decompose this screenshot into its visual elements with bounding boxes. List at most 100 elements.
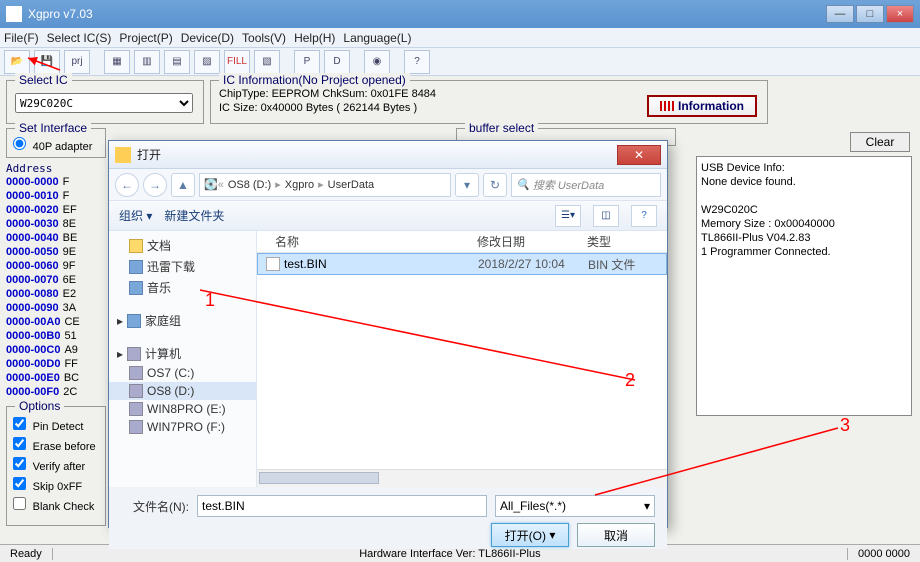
save-icon[interactable]: 💾	[34, 50, 60, 74]
horizontal-scrollbar[interactable]	[257, 469, 667, 487]
prj-icon[interactable]: prj	[64, 50, 90, 74]
chip-icon	[660, 101, 674, 111]
cancel-button[interactable]: 取消	[577, 523, 655, 547]
close-button[interactable]: ×	[886, 5, 914, 23]
tree-computer[interactable]: ▸ 计算机	[109, 341, 256, 364]
nav-tree: 文档 迅雷下载 音乐 ▸ 家庭组 ▸ 计算机 OS7 (C:) OS8 (D:)…	[109, 231, 257, 487]
dialog-toolbar: 组织 ▾ 新建文件夹 ☰▾ ◫ ?	[109, 201, 667, 231]
chip-write-icon[interactable]: ▥	[134, 50, 160, 74]
chip-verify-icon[interactable]: ▤	[164, 50, 190, 74]
select-ic-group: Select IC W29C020C	[6, 80, 204, 124]
skip-ff-check[interactable]: Skip 0xFF	[13, 477, 82, 493]
dialog-nav: ← → ▲ 💽 « OS8 (D:)▸ Xgpro▸ UserData ▾ ↻ …	[109, 169, 667, 201]
open-dialog: 打开 ✕ ← → ▲ 💽 « OS8 (D:)▸ Xgpro▸ UserData…	[108, 140, 668, 528]
options-title: Options	[15, 399, 64, 413]
dialog-titlebar: 打开 ✕	[109, 141, 667, 169]
erase-before-check[interactable]: Erase before	[13, 437, 96, 453]
tree-drive-c[interactable]: OS7 (C:)	[109, 364, 256, 382]
dialog-title: 打开	[137, 146, 617, 163]
window-titlebar: Xgpro v7.03 — □ ×	[0, 0, 920, 28]
app-icon	[6, 6, 22, 22]
refresh-button[interactable]: ↻	[483, 173, 507, 197]
ic-info-group: IC Information(No Project opened) ChipTy…	[210, 80, 768, 124]
buffer-select-title: buffer select	[465, 121, 538, 135]
file-row-testbin[interactable]: test.BIN 2018/2/27 10:04 BIN 文件	[257, 253, 667, 275]
minimize-button[interactable]: —	[826, 5, 854, 23]
menu-help[interactable]: Help(H)	[294, 31, 335, 45]
dialog-help-button[interactable]: ?	[631, 205, 657, 227]
select-ic-combo[interactable]: W29C020C	[15, 93, 193, 113]
annotation-2: 2	[625, 370, 635, 391]
search-icon: 🔍	[516, 178, 530, 191]
up-button[interactable]: ▲	[171, 173, 195, 197]
menu-bar: File(F) Select IC(S) Project(P) Device(D…	[0, 28, 920, 48]
menu-tools[interactable]: Tools(V)	[242, 31, 286, 45]
column-headers[interactable]: 名称 修改日期 类型	[257, 231, 667, 253]
chip-read-icon[interactable]: ▦	[104, 50, 130, 74]
drive-icon: 💽	[204, 178, 218, 191]
dip-d-icon[interactable]: D	[324, 50, 350, 74]
chip-blank-icon[interactable]: ▨	[194, 50, 220, 74]
menu-device[interactable]: Device(D)	[181, 31, 234, 45]
path-dropdown-button[interactable]: ▾	[455, 173, 479, 197]
clear-button[interactable]: Clear	[850, 132, 910, 152]
status-left: Ready	[0, 548, 53, 560]
filename-label: 文件名(N):	[121, 498, 189, 515]
filename-input[interactable]	[197, 495, 487, 517]
select-ic-title: Select IC	[15, 73, 72, 87]
organize-button[interactable]: 组织 ▾	[119, 207, 152, 224]
col-name[interactable]: 名称	[257, 233, 477, 250]
window-title: Xgpro v7.03	[28, 7, 824, 21]
chip-erase-icon[interactable]: ▧	[254, 50, 280, 74]
information-button[interactable]: Information	[647, 95, 757, 117]
tree-xunlei[interactable]: 迅雷下载	[109, 256, 256, 277]
menu-language[interactable]: Language(L)	[343, 31, 411, 45]
device-info-panel: USB Device Info: None device found. W29C…	[696, 156, 912, 416]
adapter-radio[interactable]: 40P adapter	[13, 137, 92, 153]
tree-documents[interactable]: 文档	[109, 235, 256, 256]
toolbar: 📂 💾 prj ▦ ▥ ▤ ▨ FILL ▧ P D ◉ ?	[0, 48, 920, 76]
maximize-button[interactable]: □	[856, 5, 884, 23]
file-list: 名称 修改日期 类型 test.BIN 2018/2/27 10:04 BIN …	[257, 231, 667, 487]
dip-p-icon[interactable]: P	[294, 50, 320, 74]
set-interface-title: Set Interface	[15, 121, 91, 135]
set-interface-group: Set Interface 40P adapter	[6, 128, 106, 158]
file-icon	[266, 257, 280, 271]
address-bar[interactable]: 💽 « OS8 (D:)▸ Xgpro▸ UserData	[199, 173, 451, 197]
dialog-footer: 文件名(N): All_Files(*.*)▾ 打开(O) ▾ 取消	[109, 487, 667, 549]
search-input[interactable]: 🔍 搜索 UserData	[511, 173, 661, 197]
open-icon[interactable]: 📂	[4, 50, 30, 74]
preview-button[interactable]: ◫	[593, 205, 619, 227]
verify-after-check[interactable]: Verify after	[13, 457, 85, 473]
tree-homegroup[interactable]: ▸ 家庭组	[109, 308, 256, 331]
forward-button[interactable]: →	[143, 173, 167, 197]
col-date[interactable]: 修改日期	[477, 233, 587, 250]
fill-icon[interactable]: FILL	[224, 50, 250, 74]
dialog-body: 文档 迅雷下载 音乐 ▸ 家庭组 ▸ 计算机 OS7 (C:) OS8 (D:)…	[109, 231, 667, 487]
help-icon[interactable]: ?	[404, 50, 430, 74]
view-button[interactable]: ☰▾	[555, 205, 581, 227]
new-folder-button[interactable]: 新建文件夹	[164, 207, 224, 224]
menu-file[interactable]: File(F)	[4, 31, 39, 45]
tree-drive-d[interactable]: OS8 (D:)	[109, 382, 256, 400]
menu-selectic[interactable]: Select IC(S)	[47, 31, 112, 45]
ic-info-text: ChipType: EEPROM ChkSum: 0x01FE 8484 IC …	[219, 87, 436, 115]
tree-drive-f[interactable]: WIN7PRO (F:)	[109, 418, 256, 436]
tree-drive-e[interactable]: WIN8PRO (E:)	[109, 400, 256, 418]
tree-music[interactable]: 音乐	[109, 277, 256, 298]
dialog-close-button[interactable]: ✕	[617, 145, 661, 165]
folder-icon	[115, 147, 131, 163]
filetype-combo[interactable]: All_Files(*.*)▾	[495, 495, 655, 517]
col-type[interactable]: 类型	[587, 233, 667, 250]
ic-info-title: IC Information(No Project opened)	[219, 73, 410, 87]
open-button[interactable]: 打开(O) ▾	[491, 523, 569, 547]
status-right: 0000 0000	[847, 548, 920, 560]
options-group: Options Pin Detect Erase before Verify a…	[6, 406, 106, 526]
annotation-1: 1	[205, 290, 215, 311]
blank-check[interactable]: Blank Check	[13, 497, 94, 513]
status-center: Hardware Interface Ver: TL866II-Plus	[53, 548, 847, 560]
menu-project[interactable]: Project(P)	[119, 31, 172, 45]
test-icon[interactable]: ◉	[364, 50, 390, 74]
back-button[interactable]: ←	[115, 173, 139, 197]
pin-detect-check[interactable]: Pin Detect	[13, 417, 83, 433]
